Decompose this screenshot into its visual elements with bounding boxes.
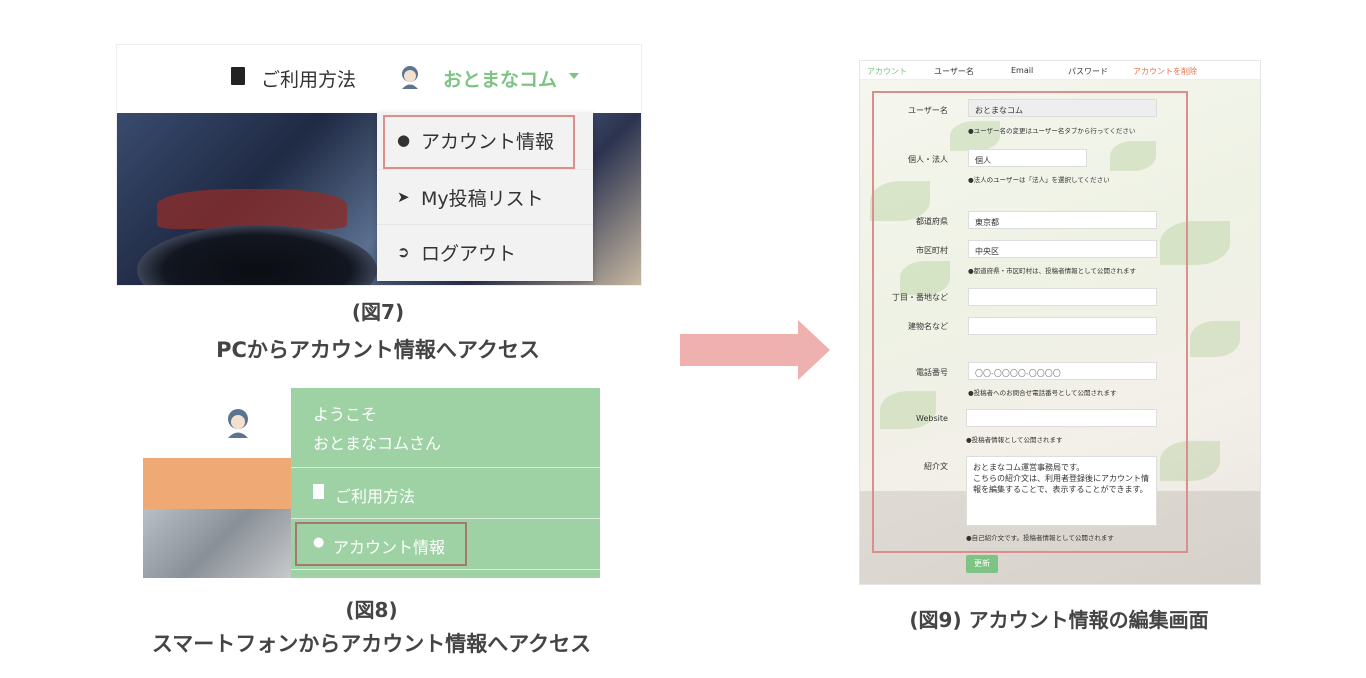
tab-account[interactable]: アカウント — [867, 66, 907, 77]
figure-7-caption: PCからアカウント情報へアクセス — [216, 338, 540, 362]
paper-plane-icon: ➤ — [397, 188, 410, 206]
avatar-icon — [402, 66, 418, 89]
book-icon — [231, 67, 245, 85]
sp-side-menu: ようこそ おとまなコムさん ご利用方法 ● アカウント情報 — [291, 388, 600, 578]
tab-email[interactable]: Email — [1011, 66, 1033, 75]
book-icon — [313, 484, 324, 499]
right-arrow-icon — [680, 320, 830, 380]
menu-item-logout-label: ログアウト — [421, 242, 517, 265]
avatar-icon — [228, 409, 248, 438]
logout-icon: ➲ — [397, 243, 410, 261]
caret-down-icon[interactable] — [569, 73, 579, 79]
sp-welcome-text: ようこそ — [313, 405, 378, 424]
tab-username[interactable]: ユーザー名 — [934, 66, 974, 77]
nav-help-link[interactable]: ご利用方法 — [261, 65, 356, 92]
figure-7-pc-screenshot: ご利用方法 おとまなコム ● アカウント情報 ➤ My投稿リスト ➲ ログアウト — [116, 44, 642, 286]
sp-user-greeting: おとまなコムさん — [313, 434, 442, 453]
figure-8-smartphone-screenshot: ようこそ おとまなコムさん ご利用方法 ● アカウント情報 — [143, 388, 600, 578]
sp-left-panel — [143, 388, 291, 458]
highlight-form-box — [872, 91, 1188, 553]
account-tabs: アカウント ユーザー名 Email パスワード アカウントを削除 — [860, 61, 1260, 80]
sp-menu-item-help[interactable]: ご利用方法 — [291, 468, 600, 519]
sp-welcome-block: ようこそ おとまなコムさん — [291, 388, 600, 468]
user-menu-toggle[interactable]: おとまなコム — [443, 65, 557, 92]
sp-photo — [143, 509, 291, 578]
menu-item-my-posts-label: My投稿リスト — [421, 187, 544, 210]
menu-item-my-posts[interactable]: ➤ My投稿リスト — [377, 169, 593, 224]
figure-7-caption-number: (図7) — [351, 300, 405, 324]
highlight-account-box — [383, 115, 575, 169]
tab-password[interactable]: パスワード — [1068, 66, 1108, 77]
pc-header: ご利用方法 おとまなコム — [117, 45, 641, 113]
tab-delete-account[interactable]: アカウントを削除 — [1133, 66, 1197, 77]
figure-9-caption: (図9) アカウント情報の編集画面 — [909, 608, 1209, 632]
highlight-account-box — [295, 522, 467, 566]
update-button[interactable]: 更新 — [966, 555, 998, 573]
figure-8-caption: スマートフォンからアカウント情報へアクセス — [151, 632, 592, 656]
sp-orange-band — [143, 458, 291, 509]
sp-menu-item-help-label: ご利用方法 — [335, 487, 416, 506]
menu-item-logout[interactable]: ➲ ログアウト — [377, 224, 593, 279]
figure-8-caption-number: (図8) — [345, 598, 398, 622]
figure-9-account-edit-screenshot: アカウント ユーザー名 Email パスワード アカウントを削除 ユーザー名 お… — [859, 60, 1261, 585]
